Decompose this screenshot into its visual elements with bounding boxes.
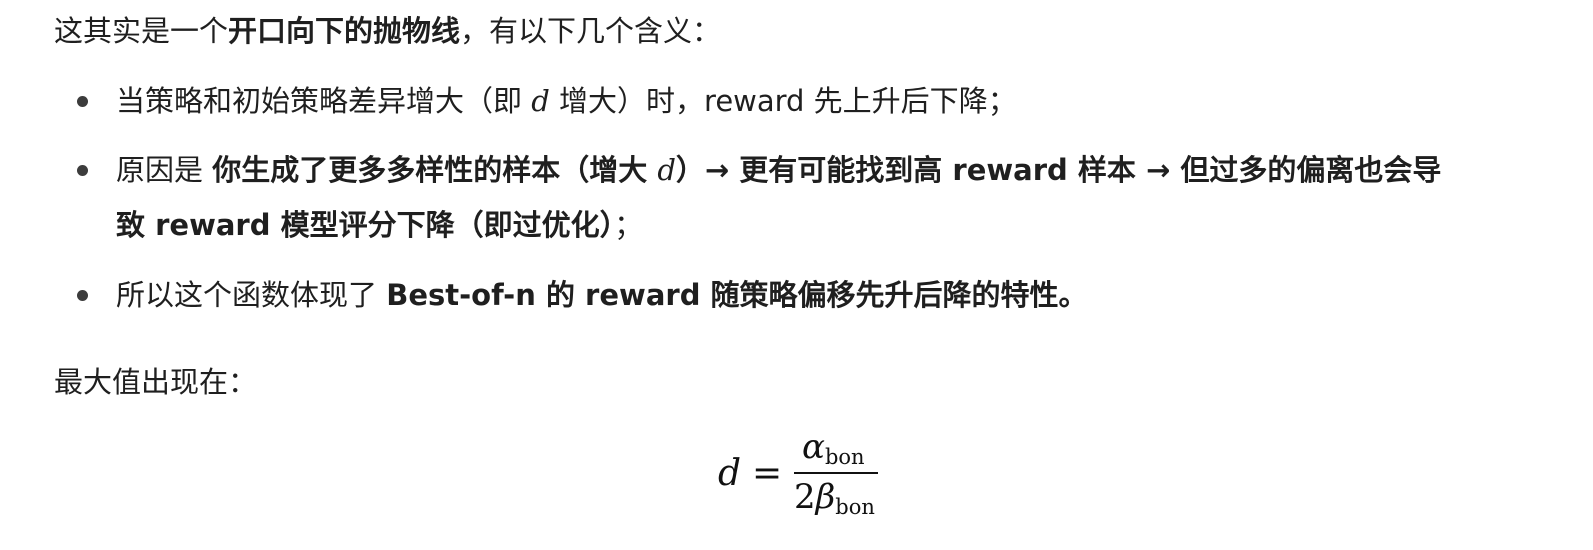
formula-denominator: 2βbon <box>794 477 875 519</box>
bullet-2-tail: ； <box>614 208 644 242</box>
fraction-bar <box>794 472 878 474</box>
bullet-dot-2 <box>77 165 88 176</box>
alpha-symbol: α <box>802 427 825 467</box>
bullet-1-text-post: 增大）时，reward 先上升后下降； <box>549 84 1017 118</box>
numerator-subscript: bon <box>824 445 865 469</box>
formula-numerator: αbon <box>802 427 865 469</box>
bullet-item-1: 当策略和初始策略差异增大（即 d 增大）时，reward 先上升后下降； <box>116 81 1017 121</box>
bullet-item-2-line-2: 致 reward 模型评分下降（即过优化）； <box>116 205 643 245</box>
intro-suffix: ，有以下几个含义： <box>460 14 722 48</box>
intro-prefix: 这其实是一个 <box>54 14 229 48</box>
formula-lhs: d <box>718 453 742 494</box>
bullet-1-text-pre: 当策略和初始策略差异增大（即 <box>116 84 532 118</box>
formula-block: d = αbon 2βbon <box>716 427 886 527</box>
bullet-2-text-pre: 原因是 <box>116 153 213 187</box>
bullet-2-bold-a: 你生成了更多多样性的样本（增大 <box>212 153 658 187</box>
beta-symbol: β <box>815 477 836 517</box>
formula-equals: = <box>752 453 783 494</box>
math-var-d: d <box>531 84 550 118</box>
bullet-3-bold: Best-of-n 的 reward 随策略偏移先升后降的特性。 <box>386 278 1088 312</box>
intro-bold: 开口向下的抛物线 <box>228 14 461 48</box>
bullet-item-2-line-1: 原因是 你生成了更多多样性的样本（增大 d）→ 更有可能找到高 reward 样… <box>116 150 1441 190</box>
max-label: 最大值出现在： <box>54 365 258 399</box>
bullet-2-bold-c: 致 reward 模型评分下降（即过优化） <box>116 208 615 242</box>
bullet-3-text-pre: 所以这个函数体现了 <box>116 278 387 312</box>
bullet-2-bold-b: ）→ 更有可能找到高 reward 样本 → 但过多的偏离也会导 <box>675 153 1442 187</box>
bullet-item-3: 所以这个函数体现了 Best-of-n 的 reward 随策略偏移先升后降的特… <box>116 275 1088 315</box>
bullet-dot-1 <box>77 96 88 107</box>
math-var-d: d <box>657 153 676 187</box>
denominator-subscript: bon <box>835 495 875 519</box>
bullet-dot-3 <box>77 290 88 301</box>
intro-paragraph: 这其实是一个开口向下的抛物线，有以下几个含义： <box>54 11 721 51</box>
denominator-coef: 2 <box>794 477 816 517</box>
